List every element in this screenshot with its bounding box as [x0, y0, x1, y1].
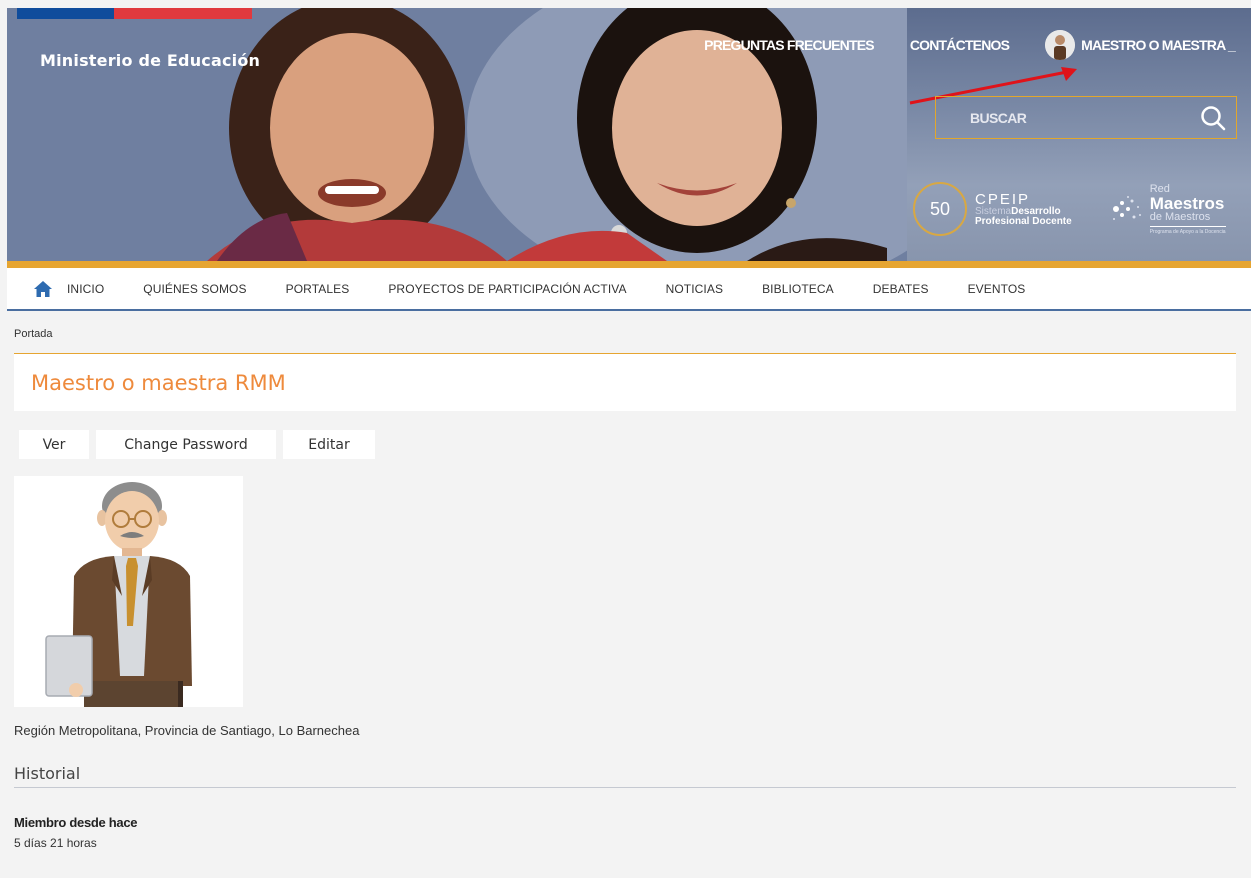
history-divider: [14, 787, 1236, 788]
nav-item-biblioteca[interactable]: BIBLIOTECA: [762, 282, 834, 296]
faq-link[interactable]: PREGUNTAS FRECUENTES: [704, 37, 874, 53]
nav-item-proyectos[interactable]: PROYECTOS DE PARTICIPACIÓN ACTIVA: [388, 282, 626, 296]
ministry-logo[interactable]: Ministerio de Educación: [40, 51, 260, 70]
tab-change-password[interactable]: Change Password: [96, 430, 276, 459]
search-box: [935, 96, 1237, 139]
teacher-illustration-icon: [14, 476, 243, 707]
profile-avatar: [14, 476, 243, 707]
contact-link[interactable]: CONTÁCTENOS: [910, 37, 1010, 53]
page-title: Maestro o maestra RMM: [31, 370, 286, 395]
tab-editar[interactable]: Editar: [283, 430, 375, 459]
profile-tabs: Ver Change Password Editar: [19, 430, 375, 459]
search-icon[interactable]: [1200, 105, 1226, 131]
home-icon[interactable]: [33, 280, 53, 298]
history-heading: Historial: [14, 764, 81, 783]
search-input[interactable]: [970, 109, 1170, 126]
tab-ver[interactable]: Ver: [19, 430, 89, 459]
cpeip-logo[interactable]: CPEIP SistemaDesarrollo Profesional Doce…: [975, 192, 1072, 227]
nav-item-portales[interactable]: PORTALES: [286, 282, 350, 296]
dots-icon: [1112, 196, 1141, 220]
main-nav: INICIO QUIÉNES SOMOS PORTALES PROYECTOS …: [7, 261, 1251, 311]
breadcrumb[interactable]: Portada: [14, 328, 53, 340]
member-since-value: 5 días 21 horas: [14, 836, 97, 850]
nav-item-quienes-somos[interactable]: QUIÉNES SOMOS: [143, 282, 246, 296]
nav-item-debates[interactable]: DEBATES: [873, 282, 929, 296]
user-avatar-icon: [1045, 30, 1076, 60]
member-since-label: Miembro desde hace: [14, 815, 138, 830]
page-title-band: Maestro o maestra RMM: [14, 354, 1236, 411]
nav-item-inicio[interactable]: INICIO: [67, 282, 104, 296]
user-menu[interactable]: MAESTRO O MAESTRA _: [1045, 30, 1236, 60]
nav-item-eventos[interactable]: EVENTOS: [968, 282, 1026, 296]
anniversary-badge: 50: [913, 182, 967, 236]
nav-item-noticias[interactable]: NOTICIAS: [666, 282, 723, 296]
site-header: Ministerio de Educación PREGUNTAS FRECUE…: [7, 8, 1251, 261]
partner-logos: 50 CPEIP SistemaDesarrollo Profesional D…: [913, 182, 1226, 236]
rmm-logo[interactable]: Red Maestros de Maestros Programa de Apo…: [1108, 183, 1226, 235]
flag-stripe: [17, 8, 252, 19]
profile-region: Región Metropolitana, Provincia de Santi…: [14, 723, 360, 738]
user-menu-label: MAESTRO O MAESTRA _: [1081, 37, 1236, 53]
top-links: PREGUNTAS FRECUENTES CONTÁCTENOS MAESTRO…: [704, 30, 1236, 60]
